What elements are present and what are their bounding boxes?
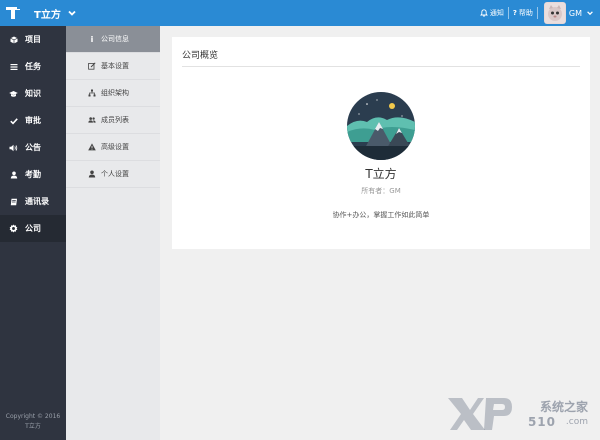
user-icon bbox=[9, 170, 18, 179]
cube-icon bbox=[9, 35, 18, 44]
subnav-item-personal-settings[interactable]: 个人设置 bbox=[66, 161, 160, 188]
nav-item-knowledge[interactable]: 知识 bbox=[0, 80, 66, 107]
company-name: T立方 bbox=[365, 167, 397, 181]
help-link[interactable]: ? 帮助 bbox=[509, 0, 537, 26]
notify-label: 通知 bbox=[489, 9, 504, 17]
nav-label: 通讯录 bbox=[25, 197, 49, 206]
user-caret-icon[interactable] bbox=[586, 9, 594, 17]
nav-item-contacts[interactable]: 通讯录 bbox=[0, 188, 66, 215]
nav-label: 知识 bbox=[25, 89, 41, 98]
help-label: 帮助 bbox=[518, 9, 533, 17]
nav-label: 考勤 bbox=[25, 170, 41, 179]
subnav-item-member-list[interactable]: 成员列表 bbox=[66, 107, 160, 134]
brand-name: T立方 bbox=[34, 9, 61, 21]
watermark-logo-icon bbox=[448, 398, 512, 430]
slogan-text: 协作+办公，掌握工作如此简单 bbox=[332, 211, 430, 219]
nav-label: 公告 bbox=[25, 143, 41, 152]
nav-item-approval[interactable]: 审批 bbox=[0, 107, 66, 134]
nav-label: 公司 bbox=[25, 224, 41, 233]
subnav-item-company-info[interactable]: i 公司信息 bbox=[66, 26, 160, 53]
watermark-number: 510 bbox=[527, 415, 556, 429]
gear-icon bbox=[9, 224, 18, 233]
subnav-label: 公司信息 bbox=[101, 35, 129, 43]
nav-label: 审批 bbox=[25, 116, 41, 125]
notify-link[interactable]: 通知 bbox=[476, 0, 508, 26]
brand-logo-icon bbox=[6, 6, 20, 20]
bell-icon bbox=[479, 9, 488, 17]
nav-item-task[interactable]: 任务 bbox=[0, 53, 66, 80]
check-icon bbox=[9, 116, 18, 125]
watermark-text: 系统之家 bbox=[539, 400, 588, 414]
subnav-label: 成员列表 bbox=[101, 116, 129, 124]
book-icon bbox=[9, 197, 18, 206]
watermark-domain: .com bbox=[565, 417, 588, 427]
edit-icon bbox=[88, 62, 96, 70]
left-nav: 项目 任务 知识 审批 公告 考勤 通讯录 公司 Copyright © 201… bbox=[0, 26, 66, 440]
list-icon bbox=[9, 62, 18, 71]
subnav-item-basic-settings[interactable]: 基本设置 bbox=[66, 53, 160, 80]
volume-icon bbox=[9, 143, 18, 152]
avatar[interactable] bbox=[543, 2, 566, 24]
site-watermark: 系统之家 510 .com bbox=[444, 392, 594, 436]
divider bbox=[182, 66, 580, 67]
person-icon bbox=[88, 170, 96, 178]
nav-item-notice[interactable]: 公告 bbox=[0, 134, 66, 161]
nav-item-attendance[interactable]: 考勤 bbox=[0, 161, 66, 188]
warning-icon bbox=[88, 143, 96, 151]
subnav-label: 高级设置 bbox=[101, 143, 129, 151]
copyright-brand: T立方 bbox=[25, 423, 41, 430]
nav-item-company[interactable]: 公司 bbox=[0, 215, 66, 242]
user-name[interactable]: GM bbox=[569, 9, 582, 18]
users-icon bbox=[88, 116, 96, 124]
panel-title: 公司概览 bbox=[182, 51, 219, 61]
brand-menu[interactable]: T立方 bbox=[0, 0, 77, 26]
chevron-down-icon bbox=[68, 10, 76, 16]
subnav-label: 基本设置 bbox=[101, 62, 129, 70]
sitemap-icon bbox=[88, 89, 96, 97]
company-overview-panel: 公司概览 T立方 所有者：GM 协作+办公，掌握工作如此简单 bbox=[172, 37, 590, 249]
owner-text: 所有者：GM bbox=[361, 187, 401, 195]
top-bar: T立方 通知 ? 帮助 GM bbox=[0, 0, 600, 26]
copyright: Copyright © 2016 T立方 bbox=[0, 412, 66, 432]
subnav-item-org-structure[interactable]: 组织架构 bbox=[66, 80, 160, 107]
subnav-item-advanced-settings[interactable]: 高级设置 bbox=[66, 134, 160, 161]
nav-label: 任务 bbox=[25, 62, 41, 71]
sub-nav: i 公司信息 基本设置 组织架构 成员列表 高级设置 个人设置 bbox=[66, 26, 160, 440]
graduation-cap-icon bbox=[9, 89, 18, 98]
subnav-label: 个人设置 bbox=[101, 170, 129, 178]
nav-item-project[interactable]: 项目 bbox=[0, 26, 66, 53]
info-icon: i bbox=[90, 34, 94, 44]
nav-label: 项目 bbox=[25, 35, 41, 44]
question-icon: ? bbox=[512, 9, 517, 17]
company-logo-image bbox=[347, 92, 415, 160]
subnav-label: 组织架构 bbox=[101, 89, 129, 97]
copyright-line: Copyright © 2016 bbox=[5, 413, 61, 420]
